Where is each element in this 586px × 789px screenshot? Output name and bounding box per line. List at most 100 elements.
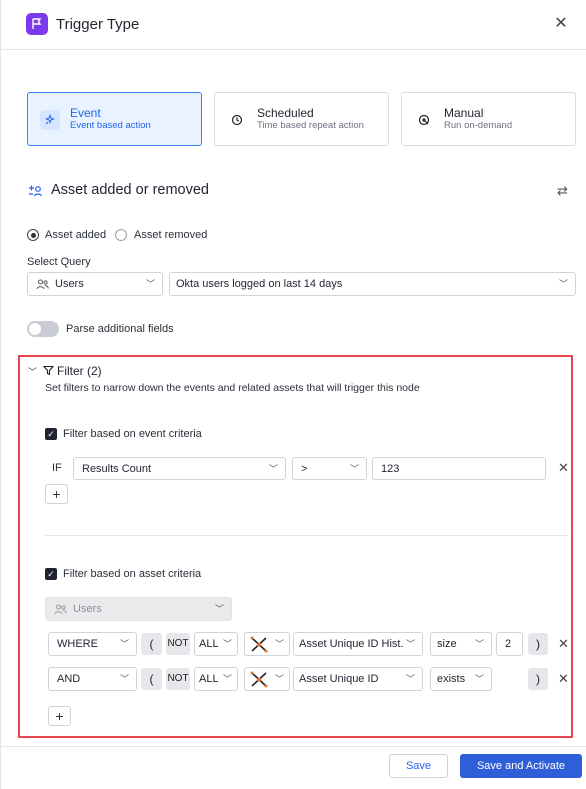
remove-row-icon[interactable]: ✕ [558, 672, 570, 686]
chevron-down-icon: ﹀ [120, 674, 130, 684]
trigger-type-desc: Event based action [70, 120, 151, 131]
trigger-type-panel: Trigger Type ✕ Event Event based action … [0, 0, 586, 789]
remove-row-icon[interactable]: ✕ [558, 461, 570, 475]
clock-icon [227, 110, 247, 130]
event-criteria-label: Filter based on event criteria [63, 428, 202, 440]
chevron-down-icon: ﹀ [559, 279, 569, 289]
asset-field-value: Asset Unique ID Hist... [299, 638, 404, 650]
asset-operator-select[interactable]: exists ﹀ [430, 667, 492, 691]
save-button[interactable]: Save [389, 754, 448, 778]
trigger-type-event[interactable]: Event Event based action [27, 92, 202, 146]
section-title: Asset added or removed [51, 182, 209, 198]
open-paren-button[interactable]: ( [141, 633, 162, 655]
asset-criteria-checkbox[interactable]: ✓ [45, 568, 57, 580]
field-source-select[interactable]: ﹀ [244, 667, 290, 691]
chevron-down-icon: ﹀ [223, 639, 233, 649]
radio-asset-added-label: Asset added [45, 229, 107, 241]
not-button[interactable]: NOT [166, 668, 190, 690]
chevron-down-icon: ﹀ [120, 639, 130, 649]
users-icon [36, 279, 49, 293]
close-icon[interactable]: ✕ [552, 15, 570, 33]
chevron-down-icon: ﹀ [475, 674, 485, 684]
entity-select[interactable]: Users ﹀ [27, 272, 163, 296]
asset-operator-value: exists [437, 673, 466, 685]
asset-field-value: Asset Unique ID [299, 673, 379, 685]
conjunction-value: AND [57, 673, 81, 685]
chevron-down-icon[interactable]: ﹀ [28, 365, 37, 378]
conjunction-select[interactable]: WHERE ﹀ [48, 632, 137, 656]
panel-title: Trigger Type [56, 16, 140, 33]
swap-icon[interactable]: ⇄ [557, 183, 571, 198]
manual-icon [414, 110, 434, 130]
trigger-type-manual[interactable]: Manual Run on-demand [401, 92, 576, 146]
save-and-activate-button[interactable]: Save and Activate [460, 754, 582, 778]
quantifier-value: ALL [199, 673, 219, 685]
chevron-down-icon: ﹀ [146, 279, 156, 289]
asset-operator-select[interactable]: size ﹀ [430, 632, 492, 656]
asset-field-select[interactable]: Asset Unique ID ﹀ [293, 667, 423, 691]
radio-asset-removed-label: Asset removed [134, 229, 208, 241]
event-field-value: Results Count [82, 463, 152, 475]
asset-operator-value: size [437, 638, 457, 650]
trigger-type-label: Manual [444, 106, 484, 120]
event-icon [40, 110, 60, 130]
entity-select-value: Users [55, 278, 84, 290]
radio-asset-added[interactable] [27, 229, 39, 241]
quantifier-select[interactable]: ALL ﹀ [194, 667, 238, 691]
asset-change-icon [27, 183, 43, 199]
open-paren-button[interactable]: ( [141, 668, 162, 690]
chevron-down-icon: ﹀ [269, 464, 279, 474]
close-paren-button[interactable]: ) [528, 668, 548, 690]
asset-entity-select: Users ﹀ [45, 597, 232, 621]
asset-value: 2 [505, 638, 512, 650]
select-query-label: Select Query [27, 256, 91, 268]
remove-row-icon[interactable]: ✕ [558, 637, 570, 651]
trigger-type-desc: Run on-demand [444, 120, 513, 131]
quantifier-value: ALL [199, 638, 219, 650]
chevron-down-icon: ﹀ [275, 674, 285, 684]
filter-title[interactable]: Filter (2) [57, 364, 102, 378]
trigger-type-label: Event [70, 106, 101, 120]
chevron-down-icon: ﹀ [406, 674, 416, 684]
source-connector-icon [250, 671, 268, 691]
event-value-input[interactable]: 123 [372, 457, 546, 480]
query-select[interactable]: Okta users logged on last 14 days ﹀ [169, 272, 576, 296]
parse-fields-label: Parse additional fields [66, 323, 174, 335]
event-operator-select[interactable]: > ﹀ [292, 457, 367, 480]
users-icon [54, 604, 67, 618]
close-paren-button[interactable]: ) [528, 633, 548, 655]
parse-fields-toggle[interactable] [27, 321, 59, 337]
panel-header: Trigger Type ✕ [1, 0, 586, 50]
quantifier-select[interactable]: ALL ﹀ [194, 632, 238, 656]
flag-icon [26, 13, 48, 35]
event-criteria-checkbox[interactable]: ✓ [45, 428, 57, 440]
add-asset-condition-button[interactable]: + [48, 706, 71, 726]
trigger-type-label: Scheduled [257, 106, 314, 120]
chevron-down-icon: ﹀ [223, 674, 233, 684]
asset-criteria-label: Filter based on asset criteria [63, 568, 202, 580]
source-connector-icon [250, 636, 268, 656]
filter-description: Set filters to narrow down the events an… [45, 382, 420, 394]
asset-entity-value: Users [73, 603, 102, 615]
query-select-value: Okta users logged on last 14 days [176, 278, 343, 290]
add-event-condition-button[interactable]: + [45, 484, 68, 504]
trigger-type-desc: Time based repeat action [257, 120, 364, 131]
asset-value-input[interactable]: 2 [496, 632, 523, 656]
if-label: IF [52, 462, 62, 474]
event-value: 123 [381, 463, 400, 475]
chevron-down-icon: ﹀ [275, 639, 285, 649]
criteria-divider [45, 535, 569, 536]
filter-icon [42, 365, 55, 379]
not-button[interactable]: NOT [166, 633, 190, 655]
conjunction-value: WHERE [57, 638, 98, 650]
trigger-type-scheduled[interactable]: Scheduled Time based repeat action [214, 92, 389, 146]
radio-asset-removed[interactable] [115, 229, 127, 241]
event-operator-value: > [301, 463, 308, 475]
chevron-down-icon: ﹀ [215, 604, 225, 614]
chevron-down-icon: ﹀ [406, 639, 416, 649]
chevron-down-icon: ﹀ [350, 464, 360, 474]
asset-field-select[interactable]: Asset Unique ID Hist... ﹀ [293, 632, 423, 656]
event-field-select[interactable]: Results Count ﹀ [73, 457, 286, 480]
field-source-select[interactable]: ﹀ [244, 632, 290, 656]
conjunction-select[interactable]: AND ﹀ [48, 667, 137, 691]
